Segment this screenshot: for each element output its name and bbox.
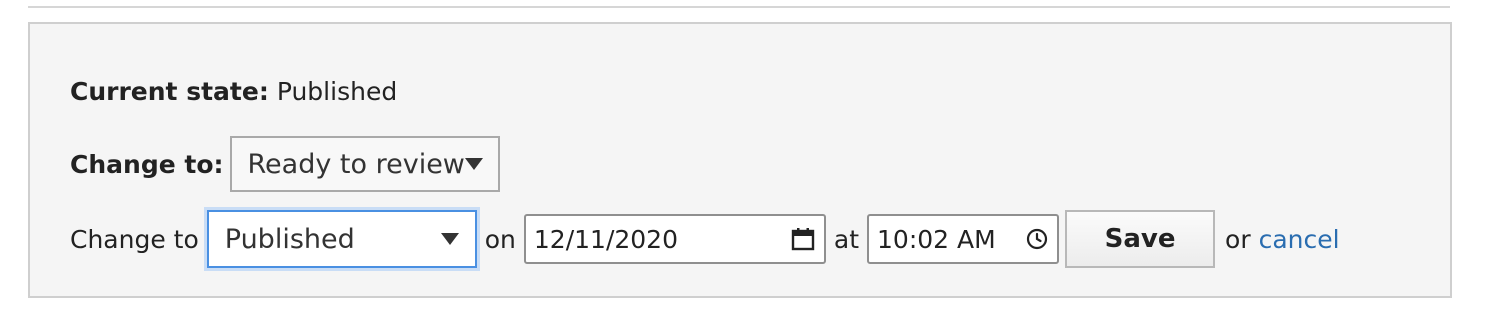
or-label: or: [1225, 224, 1251, 254]
chevron-down-icon: [464, 158, 483, 170]
calendar-icon[interactable]: [790, 226, 816, 252]
current-state-label: Current state:: [70, 76, 269, 106]
current-state-row: Current state: Published: [70, 72, 397, 110]
on-label: on: [484, 224, 516, 254]
chevron-down-icon: [440, 233, 459, 245]
scheduled-state-select[interactable]: Published: [206, 210, 477, 268]
save-button[interactable]: Save: [1065, 210, 1216, 268]
time-value: 10:02 AM: [877, 224, 996, 254]
date-value: 12/11/2020: [533, 224, 678, 254]
at-label: at: [833, 224, 860, 254]
current-state-value: Published: [276, 76, 398, 106]
change-to-label: Change to:: [70, 149, 224, 179]
change-to-row: Change to: Ready to review: [70, 136, 500, 192]
date-input[interactable]: 12/11/2020: [523, 214, 826, 264]
schedule-prefix-label: Change to: [70, 224, 199, 254]
schedule-row: Change to Published on 12/11/2020 at 10:…: [70, 210, 1340, 268]
moderation-panel: Current state: Published Change to: Read…: [28, 22, 1452, 298]
scheduled-state-value: Published: [224, 223, 355, 255]
cancel-link[interactable]: cancel: [1259, 225, 1340, 254]
change-to-select-value: Ready to review: [247, 148, 465, 180]
top-divider: [28, 6, 1450, 8]
clock-icon[interactable]: [1025, 227, 1049, 251]
time-input[interactable]: 10:02 AM: [867, 214, 1060, 264]
change-to-select[interactable]: Ready to review: [229, 136, 500, 192]
